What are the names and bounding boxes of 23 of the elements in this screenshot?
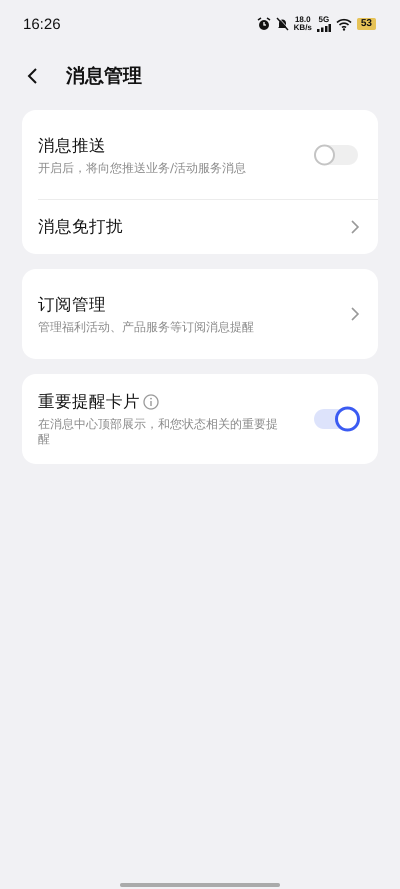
setting-description: 管理福利活动、产品服务等订阅消息提醒 <box>38 320 254 334</box>
setting-title: 消息推送 <box>38 134 106 156</box>
back-icon <box>26 67 38 85</box>
toggle-switch[interactable] <box>314 145 358 165</box>
chevron-icon <box>350 219 360 235</box>
signal-icon <box>316 24 331 32</box>
speed-value: 18.0 <box>294 16 311 24</box>
setting-description: 在消息中心顶部展示，和您状态相关的重要提醒 <box>38 417 279 447</box>
toggle-switch[interactable] <box>314 409 358 429</box>
setting-title: 订阅管理 <box>38 294 106 316</box>
speed-unit: KB/s <box>294 24 312 32</box>
battery-level: 53 <box>356 18 376 30</box>
setting-title: 重要提醒卡片 <box>38 391 140 413</box>
muted-bell-icon <box>276 17 289 31</box>
page-title: 消息管理 <box>66 64 142 89</box>
wifi-icon <box>336 18 352 30</box>
info-icon[interactable] <box>143 394 159 410</box>
chevron-icon <box>350 306 360 322</box>
alarm-icon <box>256 17 271 31</box>
network-type: 5G <box>318 16 330 24</box>
setting-title: 消息免打扰 <box>38 216 123 238</box>
setting-description: 开启后，将向您推送业务/活动服务消息 <box>38 160 246 176</box>
status-time: 16:26 <box>23 16 61 32</box>
